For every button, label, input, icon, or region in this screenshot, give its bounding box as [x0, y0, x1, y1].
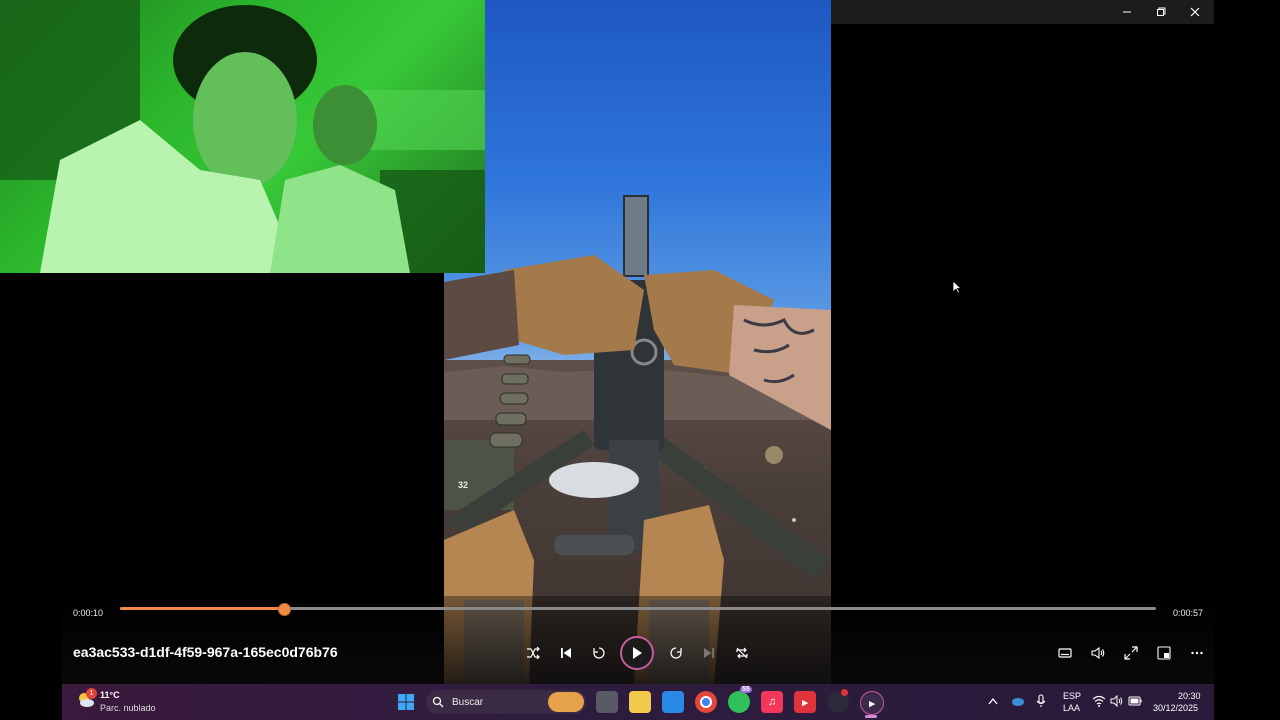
whatsapp-badge: 55: [740, 686, 752, 693]
whatsapp-icon[interactable]: 55: [728, 686, 752, 713]
next-icon: [704, 648, 714, 658]
language-indicator[interactable]: ESP: [1063, 691, 1081, 701]
current-time: 0:00:10: [73, 608, 104, 618]
webcam-feed: [0, 0, 485, 273]
previous-icon: [561, 648, 571, 658]
fullscreen-icon: [1124, 646, 1138, 660]
file-name: ea3ac533-d1df-4f59-967a-165ec0d76b76: [73, 644, 338, 660]
volume-icon: [1091, 646, 1105, 660]
search-label: Buscar: [452, 697, 484, 708]
news-widget-icon[interactable]: [548, 692, 584, 712]
seek-bar-progress: [120, 607, 284, 610]
close-button[interactable]: [1178, 0, 1212, 24]
restore-button[interactable]: [1144, 0, 1178, 24]
subtitles-icon: [1058, 648, 1072, 658]
start-button[interactable]: [395, 691, 417, 713]
next-button[interactable]: [698, 642, 720, 664]
microphone-icon[interactable]: [1036, 694, 1046, 708]
ammo-box-number: 32: [458, 480, 468, 490]
more-icon: [1191, 651, 1203, 655]
play-icon: [633, 647, 642, 659]
restore-icon: [1157, 7, 1166, 16]
weather-widget[interactable]: 1: [76, 688, 97, 710]
repeat-button[interactable]: [731, 642, 753, 664]
media-player-icon[interactable]: ▸: [860, 691, 884, 715]
rewind-10-button[interactable]: [588, 642, 610, 664]
onedrive-icon[interactable]: [1011, 695, 1025, 707]
keyboard-layout-indicator[interactable]: LAA: [1063, 703, 1080, 713]
music-icon[interactable]: ♫: [761, 691, 783, 713]
chevron-up-icon[interactable]: [988, 697, 998, 705]
pov-scene: 32: [444, 195, 831, 684]
total-duration: 0:00:57: [1173, 608, 1204, 618]
rewind-10-icon: [593, 647, 605, 659]
speaker-icon[interactable]: [1110, 695, 1124, 707]
volume-button[interactable]: [1087, 642, 1109, 664]
previous-button[interactable]: [555, 642, 577, 664]
more-options-button[interactable]: [1186, 642, 1208, 664]
search-icon: [432, 696, 444, 708]
task-view-icon[interactable]: [596, 691, 618, 713]
forward-30-icon: [670, 647, 682, 659]
weather-alert-badge: 1: [86, 688, 97, 699]
seek-bar[interactable]: [120, 603, 1156, 616]
clock-date[interactable]: 30/12/2025: [1153, 703, 1198, 713]
forward-30-button[interactable]: [665, 642, 687, 664]
weather-description: Parc. nublado: [100, 703, 156, 713]
repeat-off-icon: [736, 647, 748, 659]
play-button[interactable]: [620, 636, 654, 670]
recorder-icon[interactable]: ▸: [794, 691, 816, 713]
clock-time[interactable]: 20:30: [1178, 691, 1201, 701]
active-app-indicator: [865, 715, 877, 718]
video-frame[interactable]: 32: [444, 0, 831, 684]
mini-player-icon: [1157, 646, 1171, 660]
battery-icon[interactable]: [1128, 696, 1142, 706]
windows-start-icon: [398, 694, 414, 710]
seek-bar-thumb[interactable]: [277, 603, 291, 616]
minimize-button[interactable]: [1110, 0, 1144, 24]
file-explorer-icon[interactable]: [629, 691, 651, 713]
fullscreen-button[interactable]: [1120, 642, 1142, 664]
chrome-icon[interactable]: [695, 691, 717, 713]
weather-temperature: 11°C: [100, 690, 120, 700]
minimize-icon: [1123, 11, 1131, 13]
mini-player-button[interactable]: [1153, 642, 1175, 664]
close-icon: [1190, 7, 1200, 17]
steam-icon[interactable]: [827, 689, 849, 713]
subtitles-button[interactable]: [1054, 642, 1076, 664]
store-icon[interactable]: [662, 691, 684, 713]
mouse-cursor-icon: [952, 280, 962, 294]
shuffle-icon: [527, 646, 540, 660]
webcam-overlay: [0, 0, 485, 273]
shuffle-button[interactable]: [522, 642, 544, 664]
wifi-icon[interactable]: [1092, 695, 1106, 707]
